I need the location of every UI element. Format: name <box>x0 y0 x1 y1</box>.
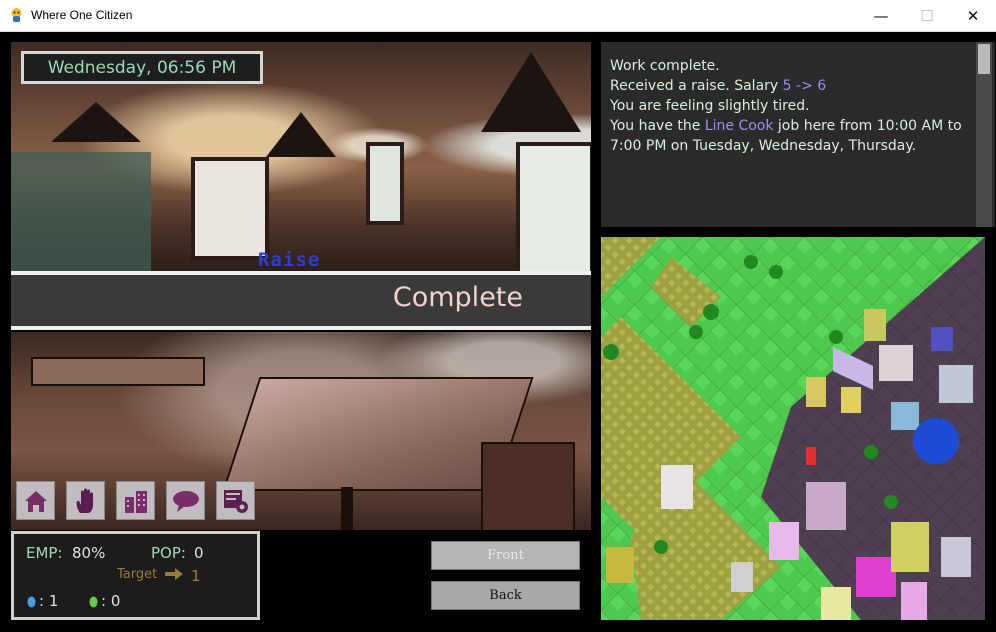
building <box>864 309 886 341</box>
log-text: You have the <box>610 118 705 134</box>
pop-value: 0 <box>194 544 204 562</box>
green-citizen-icon <box>89 596 98 608</box>
chair <box>481 442 575 530</box>
building <box>731 562 753 592</box>
building <box>856 557 896 597</box>
green-citizen-count: : 0 <box>101 592 121 610</box>
clock-display: Wednesday, 06:56 PM <box>21 51 263 84</box>
city-map[interactable] <box>601 237 985 620</box>
target-label: Target <box>117 567 158 582</box>
divider <box>11 326 591 330</box>
message-log: Work complete. Received a raise. Salary … <box>601 42 995 227</box>
settings-button[interactable] <box>216 481 255 520</box>
building <box>931 327 953 351</box>
message-log-text: Work complete. Received a raise. Salary … <box>610 56 965 156</box>
pop-label: POP: <box>151 544 186 562</box>
building <box>891 522 929 572</box>
building <box>606 547 634 583</box>
hand-icon <box>76 488 93 513</box>
tree <box>744 255 758 269</box>
tree <box>654 540 668 554</box>
pond <box>913 418 959 464</box>
job-name: Line Cook <box>704 118 774 134</box>
tree <box>829 330 843 344</box>
tree <box>703 304 719 320</box>
building <box>939 365 973 403</box>
building <box>661 465 693 509</box>
salary-new: 6 <box>817 78 827 94</box>
log-scrollbar[interactable] <box>976 42 992 227</box>
home-button[interactable] <box>16 481 55 520</box>
building <box>806 377 826 407</box>
speech-icon <box>172 490 199 512</box>
tree <box>769 265 783 279</box>
dining-table <box>31 357 205 386</box>
tree <box>864 445 878 459</box>
tree <box>689 325 703 339</box>
blue-citizen-count: : 1 <box>39 592 59 610</box>
maximize-button[interactable]: ☐ <box>904 0 950 31</box>
building <box>821 587 851 620</box>
app-icon <box>11 8 22 22</box>
tree <box>884 495 898 509</box>
window-pane <box>366 142 404 225</box>
status-text: Complete <box>392 282 523 313</box>
building <box>901 582 927 620</box>
home-icon <box>24 490 47 512</box>
building <box>879 345 913 381</box>
buildings-button[interactable] <box>116 481 155 520</box>
building <box>841 387 861 413</box>
work-button[interactable] <box>66 481 105 520</box>
log-line: You have the Line Cook job here from 10:… <box>610 116 965 156</box>
tree <box>603 344 619 360</box>
salary-arrow: -> <box>791 78 818 94</box>
log-scroll-thumb[interactable] <box>978 44 990 74</box>
window-pane <box>516 142 591 280</box>
building <box>941 537 971 577</box>
close-button[interactable]: ✕ <box>950 0 996 31</box>
emp-label: EMP: <box>26 544 63 562</box>
settings-icon <box>223 489 248 513</box>
table-leg <box>341 487 353 530</box>
log-text: Received a raise. Salary <box>610 78 783 94</box>
building <box>806 482 846 530</box>
stats-panel: EMP: 80% POP: 0 Target 1 : 1 : 0 <box>11 531 260 620</box>
building <box>769 522 799 560</box>
minimize-button[interactable]: — <box>858 0 904 31</box>
back-button[interactable]: Back <box>431 581 580 610</box>
building <box>891 402 919 430</box>
log-line: You are feeling slightly tired. <box>610 98 810 114</box>
emp-value: 80% <box>72 544 106 562</box>
log-line: Work complete. <box>610 58 720 74</box>
arrow-right-icon <box>165 568 183 580</box>
target-value: 1 <box>191 567 201 585</box>
chat-button[interactable] <box>166 481 205 520</box>
window-pane <box>191 157 269 260</box>
lamp-shade <box>51 102 141 142</box>
lamp-shade <box>266 112 336 157</box>
wall-mural <box>11 152 151 272</box>
log-line: Received a raise. Salary 5 -> 6 <box>610 76 965 96</box>
building-icon <box>124 490 147 513</box>
raise-popup-label: Raise <box>258 249 321 271</box>
salary-old: 5 <box>782 78 792 94</box>
window-titlebar: Where One Citizen — ☐ ✕ <box>0 0 996 32</box>
window-title: Where One Citizen <box>31 8 133 22</box>
blue-citizen-icon <box>27 596 36 608</box>
status-banner: Complete <box>11 275 591 326</box>
lamp-shade <box>481 52 581 132</box>
city-map-canvas[interactable] <box>601 237 985 620</box>
front-button[interactable]: Front <box>431 541 580 570</box>
player-marker <box>806 447 816 465</box>
